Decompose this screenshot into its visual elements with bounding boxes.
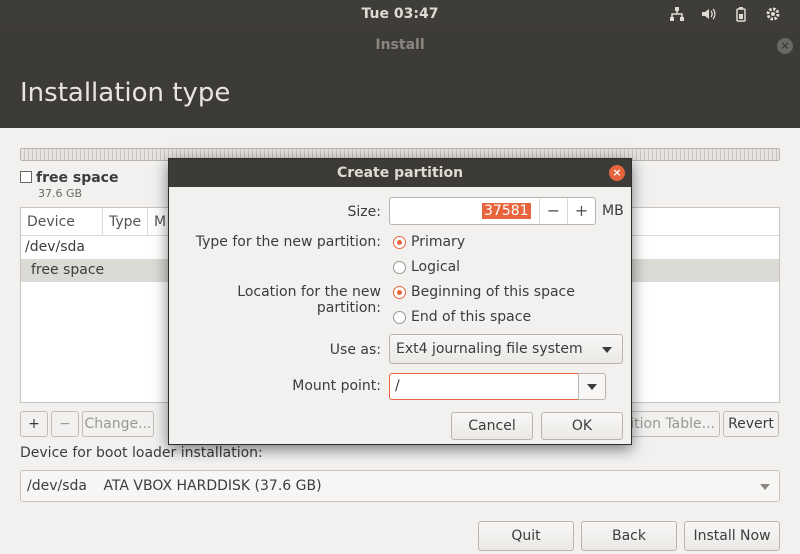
chevron-down-icon (602, 347, 612, 353)
size-spinbox[interactable]: 37581 − + (389, 197, 596, 225)
radio-end-label: End of this space (411, 309, 532, 325)
radio-end[interactable]: End of this space (393, 309, 531, 325)
size-decrement-button[interactable]: − (539, 198, 567, 224)
radio-selected-icon (393, 285, 406, 299)
create-partition-dialog: Create partition × Size: 37581 − + MB Ty… (168, 158, 632, 445)
size-increment-button[interactable]: + (567, 198, 595, 224)
radio-selected-icon (393, 235, 406, 249)
mount-point-label: Mount point: (292, 378, 381, 394)
ok-button[interactable]: OK (541, 412, 623, 440)
use-as-select[interactable]: Ext4 journaling file system (389, 334, 623, 364)
radio-logical[interactable]: Logical (393, 259, 460, 275)
radio-unselected-icon (393, 260, 406, 274)
use-as-value: Ext4 journaling file system (396, 341, 583, 357)
radio-beginning[interactable]: Beginning of this space (393, 284, 575, 300)
dialog-titlebar: Create partition × (169, 159, 631, 187)
size-input[interactable]: 37581 (482, 203, 531, 219)
radio-primary[interactable]: Primary (393, 234, 465, 250)
close-icon[interactable]: × (609, 165, 625, 181)
radio-unselected-icon (393, 310, 406, 324)
use-as-label: Use as: (329, 342, 381, 358)
mount-point-input[interactable]: / (389, 373, 579, 400)
chevron-down-icon (587, 384, 597, 390)
size-unit: MB (602, 203, 624, 219)
radio-primary-label: Primary (411, 234, 466, 250)
location-label: Location for the new partition: (237, 284, 381, 316)
dialog-title: Create partition (336, 165, 464, 181)
cancel-button[interactable]: Cancel (451, 412, 533, 440)
radio-logical-label: Logical (411, 259, 461, 275)
mount-point-dropdown[interactable] (578, 373, 606, 400)
radio-beginning-label: Beginning of this space (411, 284, 575, 300)
type-label: Type for the new partition: (195, 234, 381, 250)
size-label: Size: (347, 204, 381, 220)
